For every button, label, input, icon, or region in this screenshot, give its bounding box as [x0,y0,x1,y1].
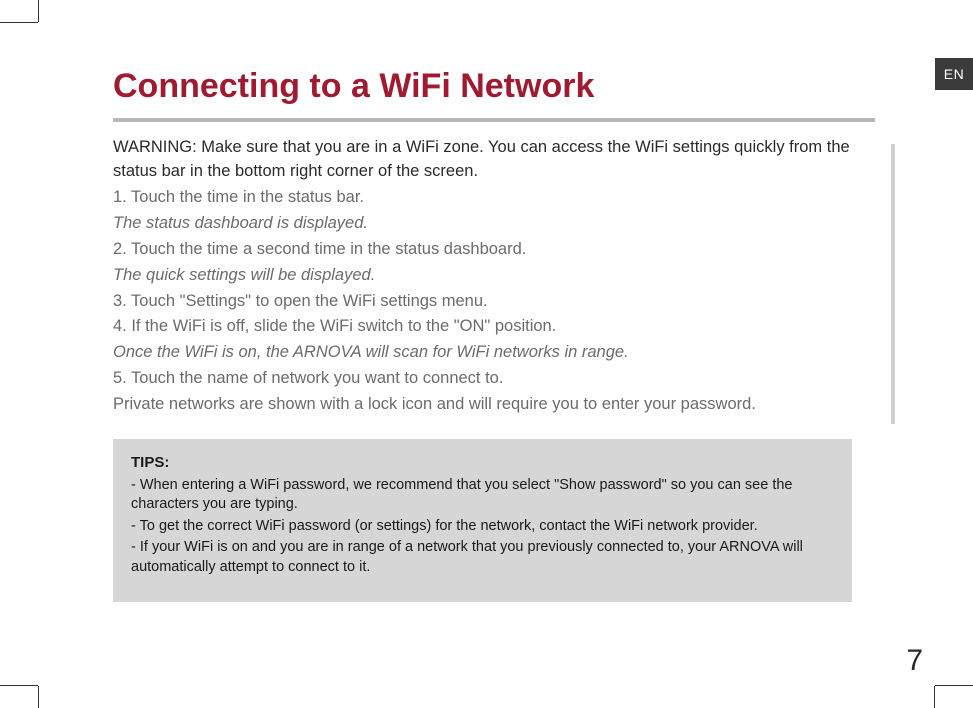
crop-mark [38,0,39,22]
page-number: 7 [906,644,923,678]
step-3: 3. Touch "Settings" to open the WiFi set… [113,290,875,314]
title-divider [113,118,875,122]
step-4: 4. If the WiFi is off, slide the WiFi sw… [113,315,875,339]
crop-mark [0,685,38,686]
tip-1: - When entering a WiFi password, we reco… [131,476,834,515]
step-1-note: The status dashboard is displayed. [113,212,875,236]
tips-label: TIPS: [131,454,169,471]
step-2: 2. Touch the time a second time in the s… [113,238,875,262]
step-4-note: Once the WiFi is on, the ARNOVA will sca… [113,341,875,365]
scrollbar-track [891,144,895,424]
step-2-note: The quick settings will be displayed. [113,264,875,288]
crop-mark [934,686,935,708]
step-1: 1. Touch the time in the status bar. [113,186,875,210]
page-content: Connecting to a WiFi Network WARNING: Ma… [38,22,935,686]
tip-3: - If your WiFi is on and you are in rang… [131,538,834,577]
crop-mark [38,686,39,708]
warning-text: WARNING: Make sure that you are in a WiF… [113,136,875,184]
step-5-note: Private networks are shown with a lock i… [113,393,875,417]
crop-mark [0,22,38,23]
tips-box: TIPS: - When entering a WiFi password, w… [113,439,852,601]
body-content: WARNING: Make sure that you are in a WiF… [113,136,875,602]
page-title: Connecting to a WiFi Network [113,67,875,106]
tip-2: - To get the correct WiFi password (or s… [131,517,834,537]
step-5: 5. Touch the name of network you want to… [113,367,875,391]
language-tag: EN [935,58,973,90]
crop-mark [935,685,973,686]
